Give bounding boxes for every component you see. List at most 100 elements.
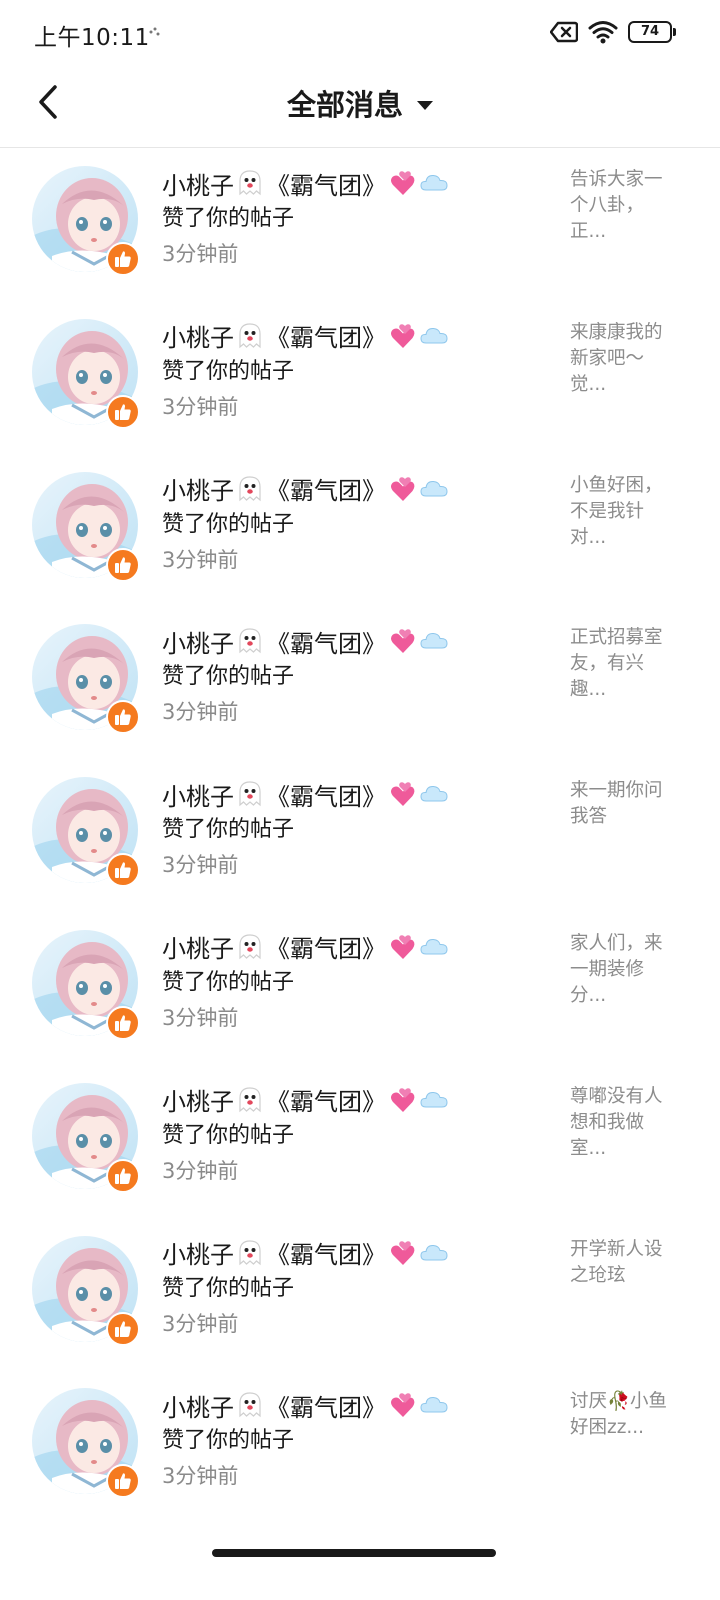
avatar-wrap [32, 471, 140, 582]
like-badge [106, 1464, 140, 1499]
user-name[interactable]: 小桃子 [162, 1082, 234, 1117]
notification-content: 小桃子 《霸气团》 赞了你的帖子 3分钟前 [162, 318, 542, 423]
notification-content: 小桃子 《霸气团》 赞了你的帖子 3分钟前 [162, 165, 542, 270]
post-snippet[interactable]: 尊嘟没有人想和我做室... [570, 1084, 680, 1162]
avatar-wrap [32, 777, 140, 888]
post-snippet[interactable]: 讨厌🥀小鱼好困zz... [570, 1389, 680, 1441]
notification-list: 小桃子 《霸气团》 赞了你的帖子 3分钟前 告诉大家一个八卦，正... 小桃子 … [0, 149, 720, 1524]
avatar-wrap [32, 929, 140, 1040]
status-icons: 74 [550, 20, 676, 44]
two-hearts-emoji-icon [391, 629, 415, 654]
thumbs-up-icon [115, 1320, 131, 1337]
notification-row[interactable]: 小桃子 《霸气团》 赞了你的帖子 3分钟前 尊嘟没有人想和我做室... [0, 1066, 720, 1219]
avatar-wrap [32, 1235, 140, 1346]
action-text: 赞了你的帖子 [162, 358, 295, 384]
cloud-emoji-icon [420, 786, 448, 802]
post-snippet[interactable]: 开学新人设之玱玹 [570, 1237, 680, 1289]
post-snippet[interactable]: 小鱼好困，不是我针对... [570, 473, 680, 551]
post-snippet[interactable]: 正式招募室友，有兴趣... [570, 625, 680, 703]
notification-row[interactable]: 小桃子 《霸气团》 赞了你的帖子 3分钟前 开学新人设之玱玹 [0, 1219, 720, 1372]
action-text: 赞了你的帖子 [162, 1428, 295, 1454]
timestamp: 3分钟前 [162, 1464, 239, 1489]
notification-content: 小桃子 《霸气团》 赞了你的帖子 3分钟前 [162, 776, 542, 881]
timestamp: 3分钟前 [162, 1158, 239, 1183]
thumbs-up-icon [115, 1015, 131, 1031]
user-name[interactable]: 小桃子 [162, 1235, 234, 1270]
notification-row[interactable]: 小桃子 《霸气团》 赞了你的帖子 3分钟前 家人们，来一期装修分... [0, 913, 720, 1066]
cloud-emoji-icon [420, 174, 448, 191]
timestamp: 3分钟前 [162, 1311, 239, 1336]
notification-content: 小桃子 《霸气团》 赞了你的帖子 3分钟前 [162, 1235, 542, 1340]
notification-row[interactable]: 小桃子 《霸气团》 赞了你的帖子 3分钟前 正式招募室友，有兴趣... [0, 607, 720, 760]
user-name[interactable]: 小桃子 [162, 1388, 234, 1423]
avatar-wrap [32, 318, 140, 429]
timestamp: 3分钟前 [162, 700, 239, 725]
cloud-emoji-icon [420, 1397, 448, 1413]
like-badge [106, 1311, 140, 1346]
cloud-emoji-icon [420, 1244, 448, 1261]
user-name[interactable]: 小桃子 [162, 166, 234, 201]
cloud-emoji-icon [420, 938, 448, 955]
two-hearts-emoji-icon [391, 1393, 415, 1418]
like-badge [106, 1158, 140, 1193]
timestamp: 3分钟前 [162, 547, 239, 572]
user-name[interactable]: 小桃子 [162, 777, 234, 812]
notification-row[interactable]: 小桃子 《霸气团》 赞了你的帖子 3分钟前 来康康我的新家吧～觉... [0, 302, 720, 455]
post-snippet[interactable]: 来一期你问我答 [570, 778, 680, 830]
battery-icon: 74 [628, 21, 676, 43]
notification-content: 小桃子 《霸气团》 赞了你的帖子 3分钟前 [162, 623, 542, 728]
notification-row[interactable]: 小桃子 《霸气团》 赞了你的帖子 3分钟前 小鱼好困，不是我针对... [0, 455, 720, 608]
group-name: 《霸气团》 [266, 1088, 386, 1117]
name-line: 小桃子 《霸气团》 [162, 471, 542, 507]
post-snippet[interactable]: 来康康我的新家吧～觉... [570, 320, 680, 398]
name-line: 小桃子 《霸气团》 [162, 623, 542, 659]
group-name: 《霸气团》 [266, 1241, 386, 1270]
name-line: 小桃子 《霸气团》 [162, 1082, 542, 1118]
notification-content: 小桃子 《霸气团》 赞了你的帖子 3分钟前 [162, 929, 542, 1034]
two-hearts-emoji-icon [391, 171, 415, 195]
post-snippet[interactable]: 告诉大家一个八卦，正... [570, 167, 680, 245]
notification-row[interactable]: 小桃子 《霸气团》 赞了你的帖子 3分钟前 来一期你问我答 [0, 760, 720, 913]
user-name[interactable]: 小桃子 [162, 318, 234, 353]
action-text: 赞了你的帖子 [162, 664, 295, 690]
timestamp: 3分钟前 [162, 1005, 239, 1030]
like-badge [106, 547, 140, 582]
avatar-wrap [32, 624, 140, 735]
ghost-emoji-icon [239, 475, 261, 501]
timestamp: 3分钟前 [162, 242, 239, 266]
timestamp: 3分钟前 [162, 394, 239, 419]
two-hearts-emoji-icon [391, 1087, 415, 1112]
post-snippet[interactable]: 家人们，来一期装修分... [570, 931, 680, 1009]
user-name[interactable]: 小桃子 [162, 471, 234, 506]
ghost-emoji-icon [239, 170, 261, 196]
ghost-emoji-icon [239, 323, 261, 349]
action-text: 赞了你的帖子 [162, 969, 295, 995]
thumbs-up-icon [115, 709, 131, 726]
wifi-icon [588, 21, 618, 44]
like-badge [106, 1005, 140, 1040]
name-line: 小桃子 《霸气团》 [162, 929, 542, 965]
ghost-emoji-icon [239, 1239, 261, 1265]
notification-dot-icon [149, 27, 160, 36]
cloud-emoji-icon [420, 480, 448, 497]
thumbs-up-icon [115, 862, 131, 879]
name-line: 小桃子 《霸气团》 [162, 1235, 542, 1271]
mute-x-icon [550, 21, 578, 43]
user-name[interactable]: 小桃子 [162, 929, 234, 964]
like-badge [106, 242, 140, 276]
thumbs-up-icon [115, 1473, 131, 1490]
ghost-emoji-icon [239, 781, 261, 807]
thumbs-up-icon [115, 404, 131, 420]
ghost-emoji-icon [239, 1392, 261, 1418]
notification-row[interactable]: 小桃子 《霸气团》 赞了你的帖子 3分钟前 讨厌🥀小鱼好困zz... [0, 1371, 720, 1524]
name-line: 小桃子 《霸气团》 [162, 1387, 542, 1423]
header: 全部消息 [0, 66, 720, 148]
message-filter-dropdown[interactable]: 全部消息 [0, 82, 720, 124]
notification-row[interactable]: 小桃子 《霸气团》 赞了你的帖子 3分钟前 告诉大家一个八卦，正... [0, 149, 720, 302]
group-name: 《霸气团》 [266, 324, 386, 353]
user-name[interactable]: 小桃子 [162, 624, 234, 659]
ghost-emoji-icon [239, 628, 261, 654]
like-badge [106, 853, 140, 888]
battery-level: 74 [640, 24, 660, 39]
home-indicator[interactable] [212, 1549, 496, 1557]
